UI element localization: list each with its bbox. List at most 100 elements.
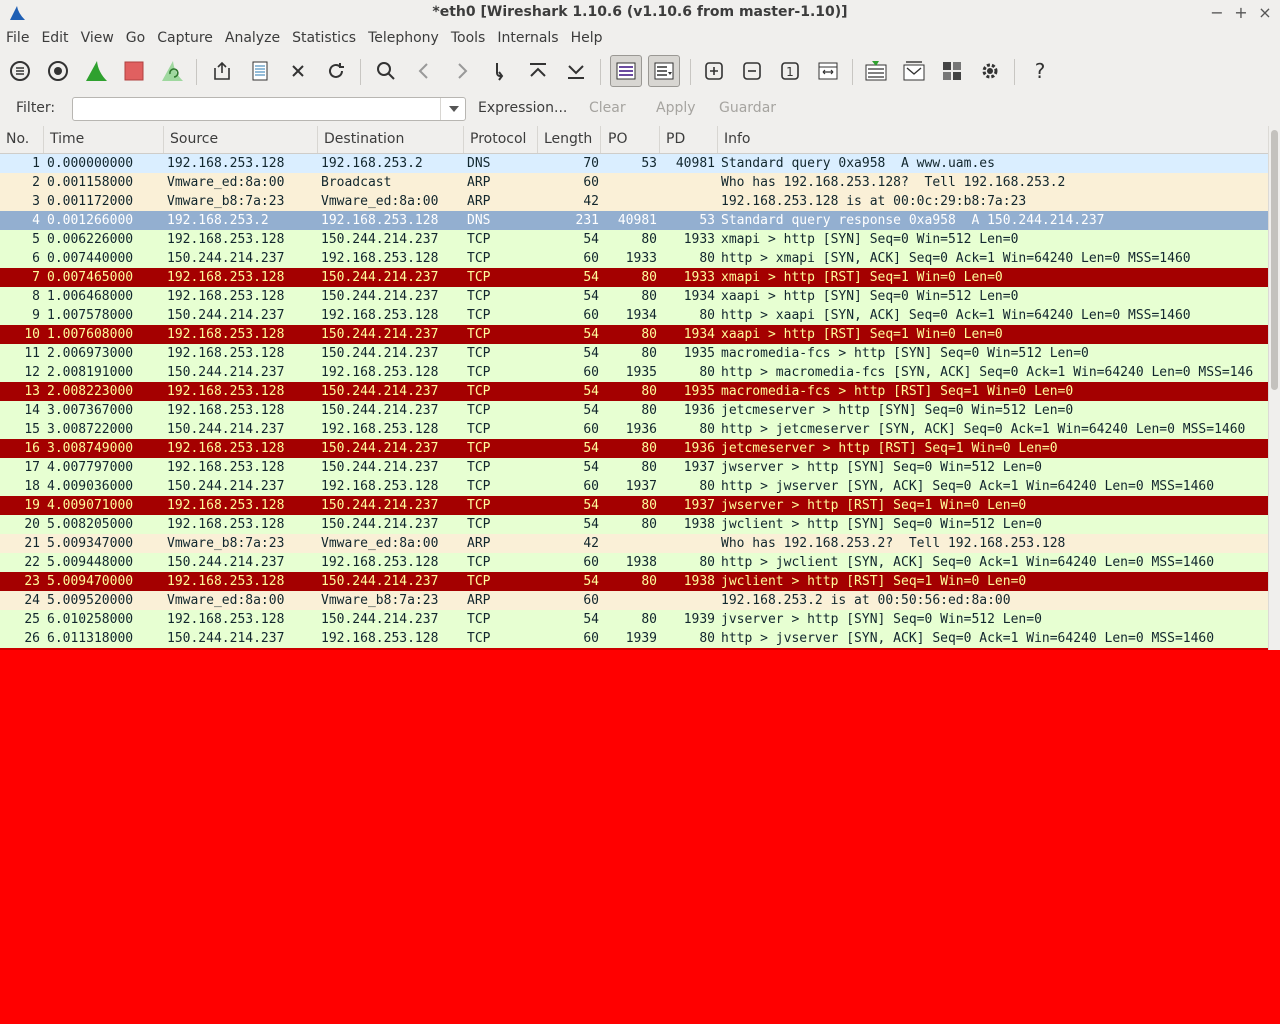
menu-internals[interactable]: Internals bbox=[491, 27, 564, 51]
packet-row[interactable]: 8 1.006468000 192.168.253.128 150.244.214.2… bbox=[0, 287, 1268, 306]
coloring-rules-icon[interactable] bbox=[938, 57, 966, 85]
go-last-icon[interactable] bbox=[562, 57, 590, 85]
capture-options-icon[interactable] bbox=[44, 57, 72, 85]
column-header-info[interactable]: Info bbox=[724, 131, 751, 147]
cell-src: 192.168.253.128 bbox=[167, 441, 285, 456]
cell-info: jwclient > http [RST] Seq=1 Win=0 Len=0 bbox=[721, 574, 1027, 589]
packet-row[interactable]: 25 6.010258000 192.168.253.128 150.244.214.… bbox=[0, 610, 1268, 629]
packet-row[interactable]: 21 5.009347000 Vmware_b8:7a:23 Vmware_ed:8a… bbox=[0, 534, 1268, 553]
cell-len: 54 bbox=[583, 460, 599, 475]
column-header-time[interactable]: Time bbox=[50, 131, 84, 147]
resize-columns-icon[interactable] bbox=[814, 57, 842, 85]
menu-edit[interactable]: Edit bbox=[35, 27, 74, 51]
cell-po: 80 bbox=[641, 441, 657, 456]
column-header-source[interactable]: Source bbox=[170, 131, 218, 147]
go-back-icon[interactable] bbox=[410, 57, 438, 85]
packet-row[interactable]: 13 2.008223000 192.168.253.128 150.244.214.… bbox=[0, 382, 1268, 401]
menu-analyze[interactable]: Analyze bbox=[219, 27, 286, 51]
menu-capture[interactable]: Capture bbox=[151, 27, 219, 51]
cell-src: 192.168.253.128 bbox=[167, 517, 285, 532]
packet-row[interactable]: 1 0.000000000 192.168.253.128 192.168.253.2… bbox=[0, 154, 1268, 173]
save-file-icon[interactable] bbox=[246, 57, 274, 85]
cell-len: 54 bbox=[583, 289, 599, 304]
find-packet-icon[interactable] bbox=[372, 57, 400, 85]
normal-size-icon[interactable]: 1 bbox=[776, 57, 804, 85]
stop-capture-icon[interactable] bbox=[120, 57, 148, 85]
menu-help[interactable]: Help bbox=[565, 27, 609, 51]
cell-time: 0.006226000 bbox=[47, 232, 134, 247]
packet-row[interactable]: 3 0.001172000 Vmware_b8:7a:23 Vmware_ed:8a:… bbox=[0, 192, 1268, 211]
packet-row[interactable]: 20 5.008205000 192.168.253.128 150.244.214.… bbox=[0, 515, 1268, 534]
column-header-pd[interactable]: PD bbox=[666, 131, 685, 147]
save-filter-button[interactable]: Guardar bbox=[719, 100, 776, 116]
preferences-icon[interactable] bbox=[976, 57, 1004, 85]
packet-row[interactable]: 26 6.011318000 150.244.214.237 192.168.253.… bbox=[0, 629, 1268, 648]
column-header-protocol[interactable]: Protocol bbox=[470, 131, 526, 147]
column-header-no[interactable]: No. bbox=[6, 131, 29, 147]
packet-row[interactable]: 23 5.009470000 192.168.253.128 150.244.214.… bbox=[0, 572, 1268, 591]
cell-info: jwserver > http [SYN] Seq=0 Win=512 Len=… bbox=[721, 460, 1042, 475]
interfaces-icon[interactable] bbox=[6, 57, 34, 85]
packet-row[interactable]: 11 2.006973000 192.168.253.128 150.244.214.… bbox=[0, 344, 1268, 363]
packet-row[interactable]: 6 0.007440000 150.244.214.237 192.168.253.1… bbox=[0, 249, 1268, 268]
filter-input[interactable] bbox=[72, 97, 466, 121]
help-icon[interactable]: ? bbox=[1026, 57, 1054, 85]
zoom-out-icon[interactable] bbox=[738, 57, 766, 85]
zoom-in-icon[interactable] bbox=[700, 57, 728, 85]
menu-tools[interactable]: Tools bbox=[445, 27, 492, 51]
close-window-button[interactable]: × bbox=[1258, 3, 1272, 22]
reload-icon[interactable] bbox=[322, 57, 350, 85]
cell-po: 80 bbox=[641, 498, 657, 513]
packet-row[interactable]: 12 2.008191000 150.244.214.237 192.168.253.… bbox=[0, 363, 1268, 382]
packet-row[interactable]: 24 5.009520000 Vmware_ed:8a:00 Vmware_b8:7a… bbox=[0, 591, 1268, 610]
capture-filters-icon[interactable] bbox=[862, 57, 890, 85]
menu-telephony[interactable]: Telephony bbox=[362, 27, 445, 51]
packet-row[interactable]: 5 0.006226000 192.168.253.128 150.244.214.2… bbox=[0, 230, 1268, 249]
packet-row[interactable]: 16 3.008749000 192.168.253.128 150.244.214.… bbox=[0, 439, 1268, 458]
packet-row[interactable]: 10 1.007608000 192.168.253.128 150.244.214.… bbox=[0, 325, 1268, 344]
filter-dropdown-icon[interactable] bbox=[440, 98, 466, 120]
menu-statistics[interactable]: Statistics bbox=[286, 27, 362, 51]
open-file-icon[interactable] bbox=[208, 57, 236, 85]
expression-button[interactable]: Expression... bbox=[478, 100, 567, 116]
start-capture-icon[interactable] bbox=[82, 57, 110, 85]
go-to-packet-icon[interactable] bbox=[486, 57, 514, 85]
colorize-icon[interactable] bbox=[610, 55, 642, 87]
menu-go[interactable]: Go bbox=[120, 27, 151, 51]
restart-capture-icon[interactable] bbox=[158, 57, 186, 85]
cell-no: 16 bbox=[24, 441, 40, 456]
column-header-po[interactable]: PO bbox=[608, 131, 627, 147]
packet-list[interactable]: No. Time Source Destination Protocol Len… bbox=[0, 126, 1280, 650]
packet-row[interactable]: 9 1.007578000 150.244.214.237 192.168.253.1… bbox=[0, 306, 1268, 325]
cell-proto: DNS bbox=[467, 213, 491, 228]
packet-row[interactable]: 7 0.007465000 192.168.253.128 150.244.214.2… bbox=[0, 268, 1268, 287]
packet-row[interactable]: 19 4.009071000 192.168.253.128 150.244.214.… bbox=[0, 496, 1268, 515]
maximize-button[interactable]: + bbox=[1234, 3, 1248, 22]
cell-time: 1.006468000 bbox=[47, 289, 134, 304]
auto-scroll-icon[interactable] bbox=[648, 55, 680, 87]
packet-row[interactable]: 17 4.007797000 192.168.253.128 150.244.214.… bbox=[0, 458, 1268, 477]
minimize-button[interactable]: − bbox=[1210, 3, 1224, 22]
close-file-icon[interactable] bbox=[284, 57, 312, 85]
cell-info: Standard query 0xa958 A www.uam.es bbox=[721, 156, 995, 171]
apply-button[interactable]: Apply bbox=[656, 100, 696, 116]
packet-row[interactable]: 4 0.001266000 192.168.253.2 192.168.253.128… bbox=[0, 211, 1268, 230]
packet-row[interactable]: 2 0.001158000 Vmware_ed:8a:00 Broadcast ARP 6… bbox=[0, 173, 1268, 192]
scrollbar-thumb[interactable] bbox=[1271, 130, 1278, 390]
packet-row[interactable]: 15 3.008722000 150.244.214.237 192.168.253.… bbox=[0, 420, 1268, 439]
display-filters-icon[interactable] bbox=[900, 57, 928, 85]
packet-row[interactable]: 18 4.009036000 150.244.214.237 192.168.253.… bbox=[0, 477, 1268, 496]
packet-row[interactable]: 14 3.007367000 192.168.253.128 150.244.214.… bbox=[0, 401, 1268, 420]
cell-info: http > jwserver [SYN, ACK] Seq=0 Ack=1 W… bbox=[721, 479, 1215, 494]
column-header-destination[interactable]: Destination bbox=[324, 131, 404, 147]
go-forward-icon[interactable] bbox=[448, 57, 476, 85]
menu-file[interactable]: File bbox=[0, 27, 35, 51]
menu-view[interactable]: View bbox=[75, 27, 120, 51]
vertical-scrollbar[interactable] bbox=[1268, 126, 1280, 650]
cell-time: 4.009071000 bbox=[47, 498, 134, 513]
column-header-length[interactable]: Length bbox=[544, 131, 592, 147]
cell-info: 192.168.253.128 is at 00:0c:29:b8:7a:23 bbox=[721, 194, 1027, 209]
clear-button[interactable]: Clear bbox=[589, 100, 626, 116]
packet-row[interactable]: 22 5.009448000 150.244.214.237 192.168.253.… bbox=[0, 553, 1268, 572]
go-first-icon[interactable] bbox=[524, 57, 552, 85]
